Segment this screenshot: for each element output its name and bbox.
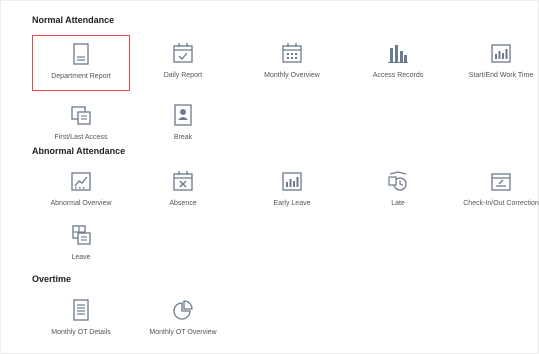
tile-monthly-ot-details[interactable]: Monthly OT Details	[32, 292, 130, 348]
bar-chart-icon	[281, 170, 303, 192]
tile-monthly-overview[interactable]: Monthly Overview	[243, 35, 341, 91]
tile-label: First/Last Access	[54, 134, 108, 141]
section-title-overtime: Overtime	[32, 274, 72, 284]
tile-label: Access Records	[372, 72, 424, 79]
calendar-check-icon	[172, 42, 194, 64]
tile-label: Late	[391, 200, 405, 207]
tile-check-in-out-correction[interactable]: Check-In/Out Correction	[452, 163, 539, 219]
document-list-icon	[71, 299, 91, 321]
tile-label: Leave	[71, 254, 91, 261]
tile-leave[interactable]: Leave	[32, 217, 130, 273]
building-chart-icon	[387, 42, 409, 64]
tile-label: Abnormal Overview	[50, 200, 112, 207]
pie-chart-icon	[172, 299, 194, 321]
tile-early-leave[interactable]: Early Leave	[243, 163, 341, 219]
tile-label: Monthly OT Details	[51, 329, 111, 336]
tile-first-last-access[interactable]: First/Last Access	[32, 97, 130, 153]
tile-start-end-work-time[interactable]: Start/End Work Time	[452, 35, 539, 91]
tile-abnormal-overview[interactable]: Abnormal Overview	[32, 163, 130, 219]
tile-label: Check-In/Out Correction	[463, 200, 539, 207]
window-pen-icon	[490, 170, 512, 192]
person-badge-icon	[173, 104, 193, 126]
tile-label: Break	[173, 134, 193, 141]
tile-label: Start/End Work Time	[468, 72, 534, 79]
calendar-x-icon	[172, 170, 194, 192]
bar-chart-icon	[490, 42, 512, 64]
tile-label: Absence	[169, 200, 197, 207]
clock-alarm-icon	[387, 170, 409, 192]
tile-label: Department Report	[51, 73, 111, 80]
tile-label: Monthly OT Overview	[149, 329, 217, 336]
attendance-report-panel: Normal Attendance Department Report Dail…	[0, 0, 539, 354]
tile-access-records[interactable]: Access Records	[349, 35, 447, 91]
section-title-normal-attendance: Normal Attendance	[32, 15, 115, 25]
tile-late[interactable]: Late	[349, 163, 447, 219]
tile-label: Early Leave	[273, 200, 311, 207]
tile-label: Monthly Overview	[264, 72, 320, 79]
leave-form-icon	[70, 224, 92, 246]
tile-absence[interactable]: Absence	[134, 163, 232, 219]
section-title-abnormal-attendance: Abnormal Attendance	[32, 146, 126, 156]
tile-monthly-ot-overview[interactable]: Monthly OT Overview	[134, 292, 232, 348]
tile-daily-report[interactable]: Daily Report	[134, 35, 232, 91]
document-icon	[71, 43, 91, 65]
stacked-docs-icon	[70, 104, 92, 126]
trend-chart-icon	[70, 170, 92, 192]
tile-department-report[interactable]: Department Report	[32, 35, 130, 91]
calendar-grid-icon	[281, 42, 303, 64]
tile-label: Daily Report	[163, 72, 203, 79]
tile-break[interactable]: Break	[134, 97, 232, 153]
